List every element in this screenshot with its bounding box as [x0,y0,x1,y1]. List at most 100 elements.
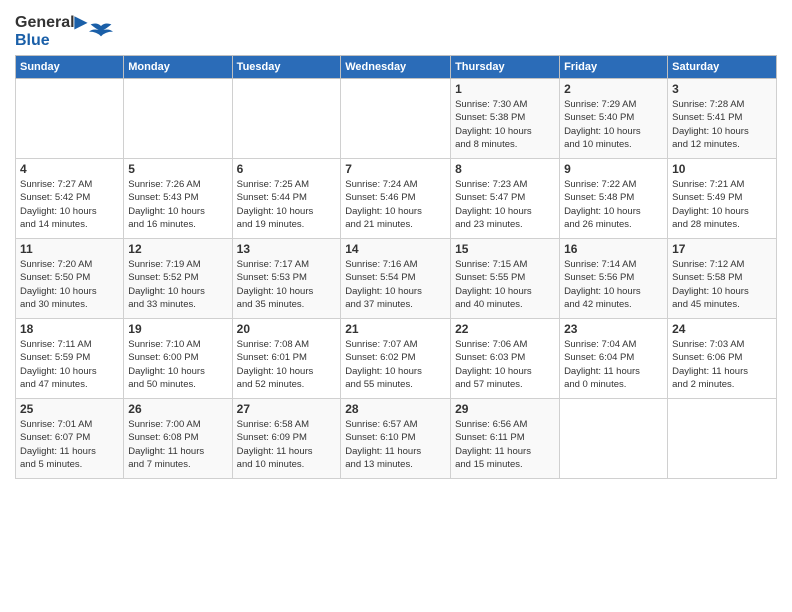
day-number: 3 [672,82,772,96]
day-info: Sunrise: 7:22 AM Sunset: 5:48 PM Dayligh… [564,178,663,231]
day-info: Sunrise: 7:12 AM Sunset: 5:58 PM Dayligh… [672,258,772,311]
day-info: Sunrise: 7:15 AM Sunset: 5:55 PM Dayligh… [455,258,555,311]
day-info: Sunrise: 7:17 AM Sunset: 5:53 PM Dayligh… [237,258,337,311]
day-number: 28 [345,402,446,416]
calendar-cell: 3 Sunrise: 7:28 AM Sunset: 5:41 PM Daylig… [668,79,777,159]
calendar-cell: 10 Sunrise: 7:21 AM Sunset: 5:49 PM Dayli… [668,159,777,239]
day-number: 9 [564,162,663,176]
calendar-cell: 19Sunrise: 7:10 AM Sunset: 6:00 PM Dayli… [124,319,232,399]
day-number: 23 [564,322,663,336]
day-info: Sunrise: 7:03 AM Sunset: 6:06 PM Dayligh… [672,338,772,391]
calendar-cell: 14 Sunrise: 7:16 AM Sunset: 5:54 PM Dayli… [341,239,451,319]
day-number: 29 [455,402,555,416]
calendar-cell: 8Sunrise: 7:23 AM Sunset: 5:47 PM Daylig… [451,159,560,239]
day-number: 2 [564,82,663,96]
calendar-cell: 9 Sunrise: 7:22 AM Sunset: 5:48 PM Daylig… [560,159,668,239]
calendar-cell [16,79,124,159]
calendar-cell: 20 Sunrise: 7:08 AM Sunset: 6:01 PM Dayli… [232,319,341,399]
day-info: Sunrise: 7:20 AM Sunset: 5:50 PM Dayligh… [20,258,119,311]
week-row-4: 18Sunrise: 7:11 AM Sunset: 5:59 PM Dayli… [16,319,777,399]
calendar-cell: 21Sunrise: 7:07 AM Sunset: 6:02 PM Dayli… [341,319,451,399]
calendar-cell: 25Sunrise: 7:01 AM Sunset: 6:07 PM Dayli… [16,399,124,479]
day-number: 12 [128,242,227,256]
column-header-thursday: Thursday [451,56,560,79]
calendar-table: SundayMondayTuesdayWednesdayThursdayFrid… [15,55,777,479]
day-number: 10 [672,162,772,176]
day-info: Sunrise: 7:21 AM Sunset: 5:49 PM Dayligh… [672,178,772,231]
day-info: Sunrise: 7:07 AM Sunset: 6:02 PM Dayligh… [345,338,446,391]
logo: General▶ Blue [15,14,113,49]
day-info: Sunrise: 7:14 AM Sunset: 5:56 PM Dayligh… [564,258,663,311]
calendar-cell [232,79,341,159]
day-info: Sunrise: 7:16 AM Sunset: 5:54 PM Dayligh… [345,258,446,311]
calendar-cell: 29 Sunrise: 6:56 AM Sunset: 6:11 PM Dayli… [451,399,560,479]
day-info: Sunrise: 7:27 AM Sunset: 5:42 PM Dayligh… [20,178,119,231]
calendar-cell: 11 Sunrise: 7:20 AM Sunset: 5:50 PM Dayli… [16,239,124,319]
day-info: Sunrise: 7:19 AM Sunset: 5:52 PM Dayligh… [128,258,227,311]
calendar-cell: 5 Sunrise: 7:26 AM Sunset: 5:43 PM Daylig… [124,159,232,239]
day-number: 15 [455,242,555,256]
logo-blue-text: Blue [15,32,87,50]
calendar-cell: 24 Sunrise: 7:03 AM Sunset: 6:06 PM Dayli… [668,319,777,399]
day-number: 17 [672,242,772,256]
calendar-cell: 18Sunrise: 7:11 AM Sunset: 5:59 PM Dayli… [16,319,124,399]
day-info: Sunrise: 7:30 AM Sunset: 5:38 PM Dayligh… [455,98,555,151]
day-info: Sunrise: 7:28 AM Sunset: 5:41 PM Dayligh… [672,98,772,151]
week-row-5: 25Sunrise: 7:01 AM Sunset: 6:07 PM Dayli… [16,399,777,479]
day-number: 13 [237,242,337,256]
calendar-cell: 15 Sunrise: 7:15 AM Sunset: 5:55 PM Dayli… [451,239,560,319]
day-info: Sunrise: 7:06 AM Sunset: 6:03 PM Dayligh… [455,338,555,391]
calendar-cell: 23 Sunrise: 7:04 AM Sunset: 6:04 PM Dayli… [560,319,668,399]
calendar-cell: 6Sunrise: 7:25 AM Sunset: 5:44 PM Daylig… [232,159,341,239]
day-info: Sunrise: 7:08 AM Sunset: 6:01 PM Dayligh… [237,338,337,391]
calendar-cell: 1Sunrise: 7:30 AM Sunset: 5:38 PM Daylig… [451,79,560,159]
calendar-cell [124,79,232,159]
day-info: Sunrise: 6:57 AM Sunset: 6:10 PM Dayligh… [345,418,446,471]
day-info: Sunrise: 6:58 AM Sunset: 6:09 PM Dayligh… [237,418,337,471]
logo-bird-icon [89,22,113,42]
calendar-cell: 7 Sunrise: 7:24 AM Sunset: 5:46 PM Daylig… [341,159,451,239]
day-info: Sunrise: 7:26 AM Sunset: 5:43 PM Dayligh… [128,178,227,231]
column-header-tuesday: Tuesday [232,56,341,79]
day-info: Sunrise: 7:00 AM Sunset: 6:08 PM Dayligh… [128,418,227,471]
day-number: 16 [564,242,663,256]
calendar-cell: 4 Sunrise: 7:27 AM Sunset: 5:42 PM Daylig… [16,159,124,239]
column-header-monday: Monday [124,56,232,79]
calendar-cell: 12 Sunrise: 7:19 AM Sunset: 5:52 PM Dayli… [124,239,232,319]
day-number: 7 [345,162,446,176]
day-number: 26 [128,402,227,416]
column-header-friday: Friday [560,56,668,79]
calendar-cell [560,399,668,479]
day-info: Sunrise: 7:29 AM Sunset: 5:40 PM Dayligh… [564,98,663,151]
day-number: 27 [237,402,337,416]
day-info: Sunrise: 6:56 AM Sunset: 6:11 PM Dayligh… [455,418,555,471]
week-row-2: 4 Sunrise: 7:27 AM Sunset: 5:42 PM Daylig… [16,159,777,239]
header: General▶ Blue [15,10,777,49]
column-header-sunday: Sunday [16,56,124,79]
calendar-cell [668,399,777,479]
week-row-1: 1Sunrise: 7:30 AM Sunset: 5:38 PM Daylig… [16,79,777,159]
day-number: 14 [345,242,446,256]
day-number: 5 [128,162,227,176]
week-row-3: 11 Sunrise: 7:20 AM Sunset: 5:50 PM Dayli… [16,239,777,319]
day-info: Sunrise: 7:25 AM Sunset: 5:44 PM Dayligh… [237,178,337,231]
calendar-cell: 13 Sunrise: 7:17 AM Sunset: 5:53 PM Dayli… [232,239,341,319]
calendar-cell: 2 Sunrise: 7:29 AM Sunset: 5:40 PM Daylig… [560,79,668,159]
header-row: SundayMondayTuesdayWednesdayThursdayFrid… [16,56,777,79]
calendar-cell [341,79,451,159]
day-number: 24 [672,322,772,336]
day-number: 20 [237,322,337,336]
day-info: Sunrise: 7:24 AM Sunset: 5:46 PM Dayligh… [345,178,446,231]
day-info: Sunrise: 7:23 AM Sunset: 5:47 PM Dayligh… [455,178,555,231]
day-number: 19 [128,322,227,336]
calendar-cell: 22Sunrise: 7:06 AM Sunset: 6:03 PM Dayli… [451,319,560,399]
calendar-cell: 17 Sunrise: 7:12 AM Sunset: 5:58 PM Dayli… [668,239,777,319]
day-number: 4 [20,162,119,176]
column-header-wednesday: Wednesday [341,56,451,79]
day-info: Sunrise: 7:04 AM Sunset: 6:04 PM Dayligh… [564,338,663,391]
calendar-cell: 27 Sunrise: 6:58 AM Sunset: 6:09 PM Dayli… [232,399,341,479]
calendar-cell: 26 Sunrise: 7:00 AM Sunset: 6:08 PM Dayli… [124,399,232,479]
day-info: Sunrise: 7:11 AM Sunset: 5:59 PM Dayligh… [20,338,119,391]
day-number: 11 [20,242,119,256]
calendar-cell: 28 Sunrise: 6:57 AM Sunset: 6:10 PM Dayli… [341,399,451,479]
